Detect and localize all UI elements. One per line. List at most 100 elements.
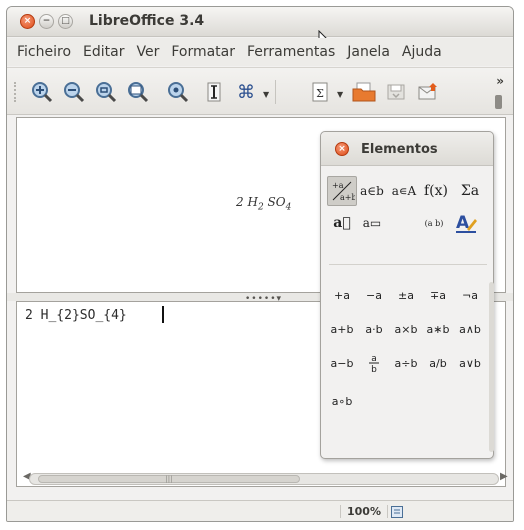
attributes-category[interactable]: a⃗ [327,208,357,238]
svg-text:Σ: Σ [316,87,324,100]
zoom-out-icon [64,82,85,103]
chevron-down-icon[interactable]: ▼ [337,90,343,99]
toolbar-separator [275,80,276,104]
toolbar-grip[interactable] [14,82,17,102]
svg-text:b: b [371,365,377,374]
window-close-button[interactable]: × [20,14,35,29]
menu-ajuda[interactable]: Ajuda [402,44,442,60]
operators-category[interactable]: Σa [455,176,485,206]
formula-coefficient: 2 [236,195,244,209]
element-add[interactable]: a+b [327,318,357,340]
menu-ficheiro[interactable]: Ficheiro [17,44,71,60]
elements-panel: × Elementos +a a+b a∈b a∊A f(x) Σa a⃗ a▭ … [320,131,494,459]
elements-title-bar[interactable]: × Elementos [321,132,493,166]
fraction-icon: ab [369,354,379,374]
maximize-icon: □ [61,16,70,26]
svg-text:+a: +a [332,181,344,190]
element-unary-minus[interactable]: −a [359,284,389,306]
menu-ferramentas[interactable]: Ferramentas [247,44,335,60]
title-bar: × − □ LibreOffice 3.4 [7,7,513,37]
save-button[interactable] [383,79,409,105]
zoom-page-icon [168,82,189,103]
formats-letter: A [456,213,470,233]
element-times[interactable]: a×b [391,318,421,340]
close-icon: × [338,143,346,154]
document-signature-icon[interactable] [390,505,404,519]
minimize-icon: − [42,16,51,26]
formula-cursor-button[interactable] [201,79,227,105]
element-unary-plus[interactable]: +a [327,284,357,306]
menu-formatar[interactable]: Formatar [171,44,235,60]
sum-icon: Σ [312,82,328,102]
element-asterisk[interactable]: a∗b [423,318,453,340]
menu-bar: Ficheiro Editar Ver Formatar Ferramentas… [7,38,513,66]
element-plus-minus[interactable]: ±a [391,284,421,306]
formula-h: H [247,195,258,209]
elements-divider [329,264,487,265]
cursor-icon [207,82,221,102]
functions-category[interactable]: f(x) [421,176,451,206]
element-or[interactable]: a∨b [455,352,485,374]
horizontal-scrollbar[interactable]: ||| [29,473,499,485]
zoom-in-button[interactable] [29,79,55,105]
element-not[interactable]: ¬a [455,284,485,306]
open-button[interactable] [351,79,377,105]
window-minimize-button[interactable]: − [39,14,54,29]
formula-so-subscript: 4 [285,202,292,213]
window-maximize-button[interactable]: □ [58,14,73,29]
element-subtract[interactable]: a−b [327,352,357,374]
element-divide[interactable]: a÷b [391,352,421,374]
menu-janela[interactable]: Janela [347,44,390,60]
menu-ver[interactable]: Ver [136,44,159,60]
scrollbar-thumb[interactable]: ||| [38,475,300,483]
unary-binary-icon: +a a+b [332,181,355,202]
zoom-in-icon [32,82,53,103]
elements-title: Elementos [361,142,438,157]
zoom-page-button[interactable] [165,79,191,105]
elements-close-button[interactable]: × [335,142,349,156]
others-category[interactable]: a▭ [357,208,387,238]
zoom-level[interactable]: 100% [340,505,388,518]
unary-binary-category[interactable]: +a a+b [327,176,357,206]
zoom-100-button[interactable] [93,79,119,105]
brackets-category[interactable]: (a b) [419,208,449,238]
elements-scrollbar[interactable] [489,282,494,452]
show-all-button[interactable] [125,79,151,105]
open-icon [352,82,376,102]
symbols-button[interactable]: ⌘ [233,79,259,105]
element-dot[interactable]: a·b [359,318,389,340]
element-fraction[interactable]: ab [359,352,389,374]
formula-rendering: 2 H2 SO4 [236,195,291,212]
zoom-100-icon [96,82,117,103]
formula-h-subscript: 2 [257,202,264,213]
toolbar-options-handle[interactable] [495,95,502,109]
zoom-out-button[interactable] [61,79,87,105]
standard-toolbar: ⌘ ▼ Σ ▼ » [7,67,513,115]
toolbar-overflow-button[interactable]: » [496,74,504,88]
sum-button[interactable]: Σ [307,79,333,105]
menu-editar[interactable]: Editar [83,44,124,60]
element-and[interactable]: a∧b [455,318,485,340]
close-icon: × [23,16,32,26]
export-button[interactable] [415,79,441,105]
formula-so: SO [267,195,286,209]
scroll-right-icon[interactable]: ▶ [500,471,508,482]
symbols-icon: ⌘ [237,82,255,103]
set-operations-category[interactable]: a∊A [389,176,419,206]
commands-text[interactable]: 2 H_{2}SO_{4} [25,308,127,323]
text-caret [162,306,164,323]
export-icon [418,83,437,100]
chevron-down-icon[interactable]: ▼ [263,90,269,99]
status-bar: 100% [7,500,513,521]
element-minus-plus[interactable]: ∓a [423,284,453,306]
relations-category[interactable]: a∈b [357,176,387,206]
element-slash[interactable]: a/b [423,352,453,374]
app-window: × − □ LibreOffice 3.4 Ficheiro Editar Ve… [6,6,514,522]
svg-text:a+b: a+b [340,193,355,202]
formats-category[interactable]: A [451,208,481,238]
element-concatenate[interactable]: a∘b [327,390,357,412]
formats-icon: A [456,213,477,233]
svg-text:⌘: ⌘ [237,82,255,103]
show-all-icon [128,82,149,103]
window-title: LibreOffice 3.4 [89,13,205,29]
